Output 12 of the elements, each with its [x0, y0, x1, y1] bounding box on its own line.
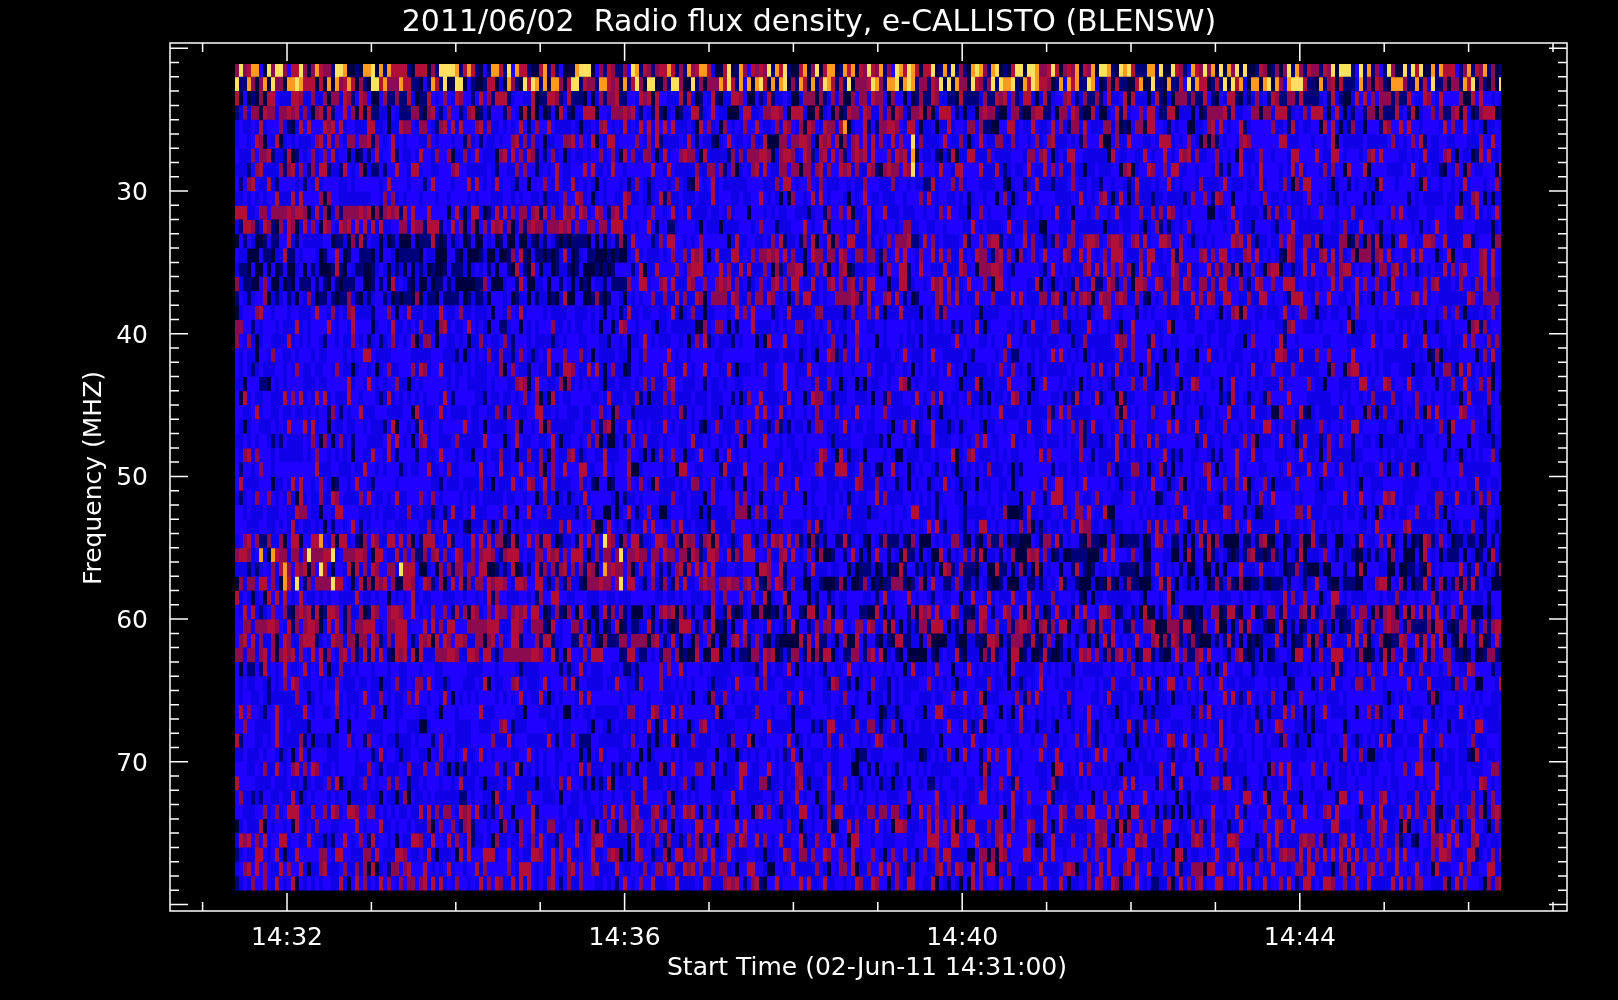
axis-tick-label: 14:36: [588, 922, 661, 951]
axis-tick-label: 14:40: [926, 922, 999, 951]
axis-tick-label: 14:44: [1263, 922, 1336, 951]
axis-tick-label: 50: [116, 462, 148, 492]
x-axis-label: Start Time (02-Jun-11 14:31:00): [667, 952, 1067, 981]
axis-tick-label: 70: [116, 747, 148, 777]
y-axis-label: Frequency (MHZ): [78, 370, 107, 586]
axis-tick-label: 60: [116, 605, 148, 635]
axis-tick-label: 30: [116, 177, 148, 206]
axis-tick-label: 14:32: [251, 922, 323, 951]
axis-tick-label: 40: [116, 319, 148, 349]
plot-title: 2011/06/02 Radio flux density, e-CALLISTO (BLENSW): [401, 3, 1217, 38]
